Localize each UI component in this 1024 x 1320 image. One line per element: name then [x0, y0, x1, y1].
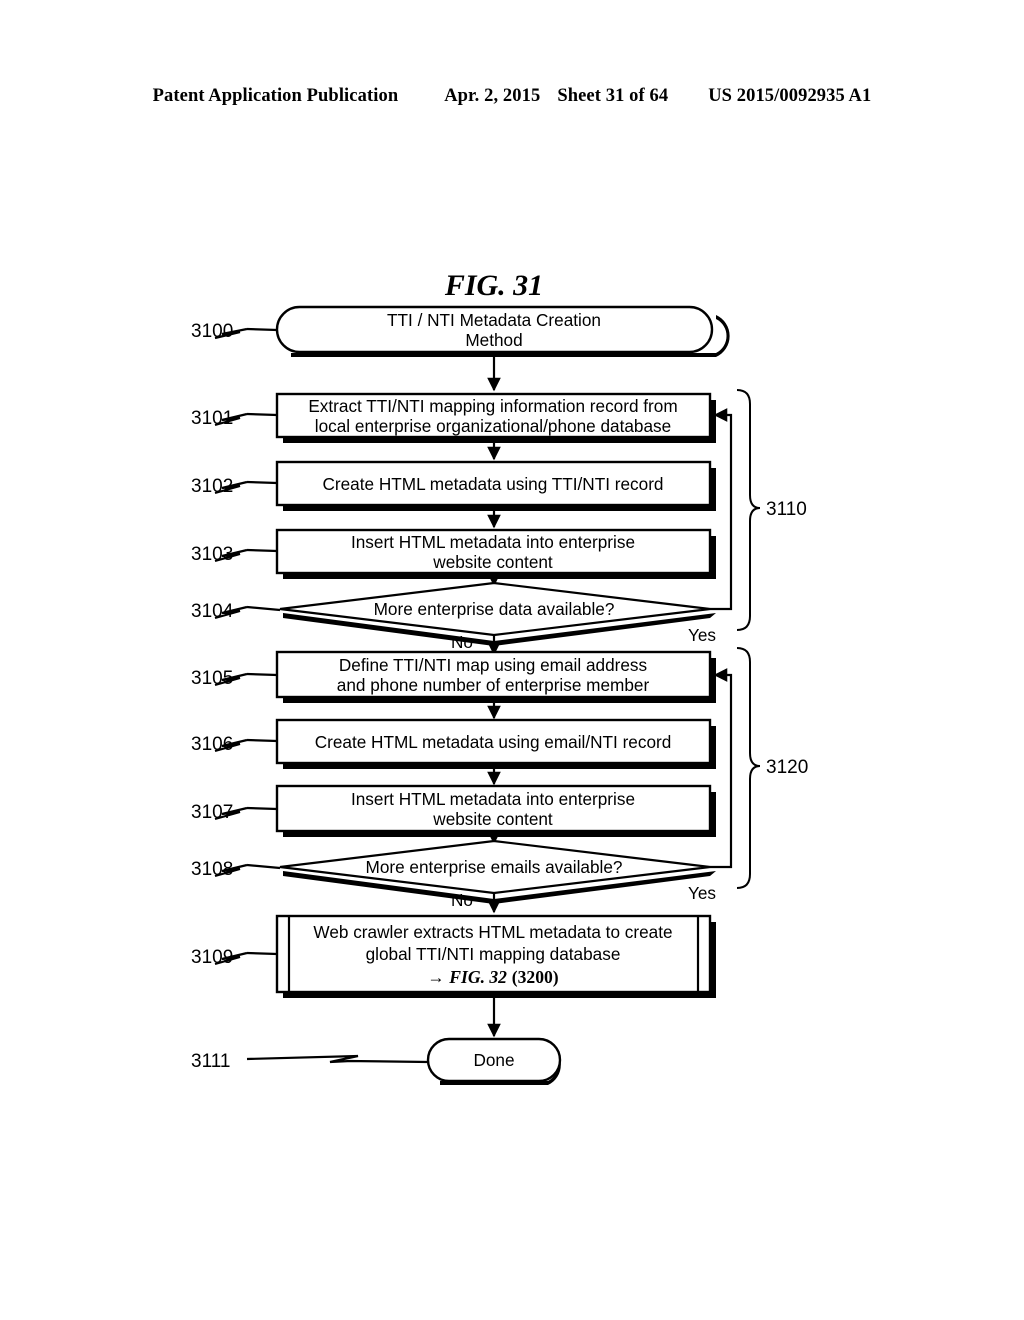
branch-label-3104-no: No — [451, 632, 473, 652]
cross-ref-arrow: → — [427, 967, 444, 987]
node-3106-line-1: Create HTML metadata using email/NTI rec… — [315, 732, 672, 752]
node-3104: More enterprise data available? — [279, 581, 716, 646]
node-3101-line-1: Extract TTI/NTI mapping information reco… — [308, 396, 677, 416]
ref-leader-3100: 3100 — [191, 321, 278, 342]
node-3104-line-1: More enterprise data available? — [374, 599, 615, 619]
node-3101: Extract TTI/NTI mapping information reco… — [275, 392, 716, 443]
loop-3110-feedback — [710, 408, 733, 611]
node-3107-line-2: website content — [432, 809, 553, 829]
group-brace-3110: 3110 — [736, 389, 807, 631]
ref-label-3100: 3100 — [191, 321, 233, 342]
node-3111-label: Done — [473, 1050, 514, 1070]
ref-label-3111: 3111 — [191, 1051, 230, 1072]
ref-leader-3109: 3109 — [191, 947, 278, 968]
node-3103-line-2: website content — [432, 552, 553, 572]
cross-ref-number: (3200) — [512, 967, 559, 987]
ref-leader-3102: 3102 — [191, 476, 278, 497]
node-3103: Insert HTML metadata into enterprise web… — [275, 528, 716, 579]
branch-label-3108-no: No — [451, 890, 473, 910]
ref-leader-3107: 3107 — [191, 802, 278, 823]
ref-leader-3111: 3111 — [191, 1051, 429, 1072]
node-3102: Create HTML metadata using TTI/NTI recor… — [275, 460, 716, 511]
ref-leader-3101: 3101 — [191, 408, 278, 429]
branch-label-3104-yes: Yes — [688, 625, 716, 645]
node-3106: Create HTML metadata using email/NTI rec… — [275, 718, 716, 769]
ref-leader-3108: 3108 — [191, 859, 281, 880]
patent-figure-page: Patent Application Publication Apr. 2, 2… — [0, 0, 1024, 1320]
node-3111: Done — [426, 1037, 562, 1085]
node-3100: TTI / NTI Metadata Creation Method — [275, 305, 730, 357]
group-label-3120: 3120 — [766, 757, 808, 778]
ref-leader-3104: 3104 — [191, 601, 281, 622]
node-3107-line-1: Insert HTML metadata into enterprise — [351, 789, 635, 809]
node-3102-line-1: Create HTML metadata using TTI/NTI recor… — [322, 474, 663, 494]
node-3100-line-1: TTI / NTI Metadata Creation — [387, 310, 601, 330]
node-3107: Insert HTML metadata into enterprise web… — [275, 784, 716, 837]
node-3109: Web crawler extracts HTML metadata to cr… — [275, 914, 716, 998]
cross-ref-figure: FIG. 32 — [448, 967, 507, 987]
node-3103-line-1: Insert HTML metadata into enterprise — [351, 532, 635, 552]
node-3109-line-1: Web crawler extracts HTML metadata to cr… — [313, 922, 672, 942]
branch-label-3108-yes: Yes — [688, 883, 716, 903]
ref-leader-3106: 3106 — [191, 734, 278, 755]
node-3100-line-2: Method — [465, 330, 522, 350]
node-3108: More enterprise emails available? — [279, 839, 716, 904]
node-3108-line-1: More enterprise emails available? — [366, 857, 623, 877]
group-brace-3120: 3120 — [736, 647, 808, 889]
node-3109-cross-reference: → FIG. 32 (3200) — [427, 967, 558, 987]
group-label-3110: 3110 — [766, 499, 807, 520]
loop-3120-feedback — [710, 668, 733, 869]
node-3105-line-1: Define TTI/NTI map using email address — [339, 655, 647, 675]
figure-title: FIG. 31 — [444, 269, 543, 302]
ref-leader-3103: 3103 — [191, 544, 278, 565]
node-3109-line-2: global TTI/NTI mapping database — [366, 944, 621, 964]
node-3105-line-2: and phone number of enterprise member — [337, 675, 650, 695]
ref-leader-3105: 3105 — [191, 668, 278, 689]
node-3105: Define TTI/NTI map using email address a… — [275, 650, 716, 703]
node-3101-line-2: local enterprise organizational/phone da… — [315, 416, 671, 436]
flowchart-figure: FIG. 31 TTI / NTI Metadata Creation Meth… — [191, 269, 808, 1085]
